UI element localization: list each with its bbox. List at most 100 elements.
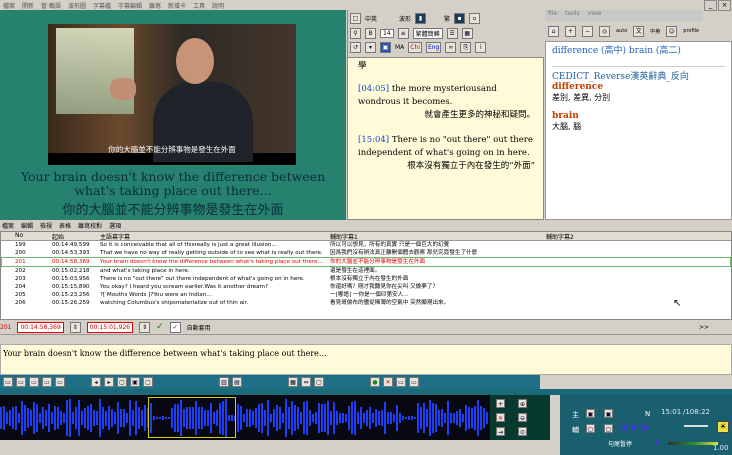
menu-load[interactable]: 管‧載語 <box>41 1 61 10</box>
transcript-entry[interactable]: [15:04] There is no "out there" out ther… <box>358 134 535 173</box>
sub-menu-edit[interactable]: 編輯 <box>21 221 33 231</box>
table-row[interactable]: 204 00:15:15,890 You okay? I heard you scr… <box>1 283 731 291</box>
col-aux2[interactable]: 輔助字幕2 <box>546 232 726 240</box>
menu-help[interactable]: 說明 <box>212 1 224 10</box>
search-icon[interactable]: ⚲ <box>350 28 361 39</box>
end-stepper-icon[interactable]: ⇕ <box>139 321 151 333</box>
font-size-field[interactable]: 14 <box>380 29 394 38</box>
dict-word-list[interactable]: difference (高中) brain (高二) <box>552 43 725 56</box>
speed-slider[interactable] <box>668 442 718 445</box>
repeat-icon[interactable]: ▢ <box>604 424 613 433</box>
dict-home-icon[interactable]: ⌂ <box>548 25 559 37</box>
transcript-timestamp[interactable]: [15:04] <box>358 135 389 145</box>
zoom-out-icon[interactable]: − <box>582 25 593 37</box>
transcript-entry[interactable]: [04:05] the more mysteriousand wondrous … <box>358 83 535 122</box>
menu-file[interactable]: 檔案 <box>3 1 15 10</box>
menu-open[interactable]: 開新 <box>22 1 34 10</box>
wf-icon-10[interactable]: ▤ <box>232 377 242 387</box>
transcript-timestamp[interactable]: [04:05] <box>358 84 389 94</box>
mode-zh-en-label[interactable]: 中英 <box>365 14 377 23</box>
subtitle-text-editor[interactable]: Your brain doesn't know the difference b… <box>0 344 732 375</box>
sub-menu-table[interactable]: 表格 <box>59 221 71 231</box>
list-icon[interactable]: ☰ <box>446 28 458 39</box>
sub-menu-proof[interactable]: 離寫校對 <box>78 221 102 231</box>
lang-icon[interactable]: 文 <box>633 25 645 37</box>
arrow-icon[interactable]: ↺ <box>350 42 361 53</box>
menu-waveform[interactable]: 波形圖 <box>68 1 86 10</box>
wf-icon-15[interactable]: ▭ <box>409 377 419 387</box>
wf-icon-5[interactable]: ▭ <box>55 377 65 387</box>
menu-subtitle-file[interactable]: 字幕檔 <box>93 1 111 10</box>
play-icon[interactable]: ▶ <box>631 422 639 433</box>
sub-menu-file[interactable]: 檔案 <box>2 221 14 231</box>
table-row-selected[interactable]: 201 00:14:58,369 Your brain doesn't know t… <box>1 257 731 267</box>
wf-icon-1[interactable]: ▭ <box>3 377 13 387</box>
video-player[interactable]: 你的大腦並不能分辨事物是發生在外面 <box>48 24 296 165</box>
wave-fit-icon[interactable]: ⊙ <box>518 427 527 436</box>
end-time-field[interactable]: 00:15:01,926 <box>86 321 134 333</box>
dict-menu-tools[interactable]: tools <box>565 10 580 21</box>
auto-apply-checkbox[interactable]: ✓ <box>169 321 181 333</box>
menu-tools[interactable]: 工具 <box>193 1 205 10</box>
wave-zoom-out-icon[interactable]: ⊖ <box>518 413 527 422</box>
wf-confirm-icon[interactable]: ● <box>370 377 380 387</box>
sub-menu-options[interactable]: 選項 <box>109 221 121 231</box>
sub-menu-view[interactable]: 檢視 <box>40 221 52 231</box>
auto-label[interactable]: auto <box>616 28 627 34</box>
minimize-icon[interactable]: _ <box>704 0 717 11</box>
table-row[interactable]: 205 00:15:23,256 ?[ Mouths Words ]?You wer… <box>1 291 731 299</box>
save-icon[interactable]: ▪ <box>454 13 466 24</box>
chi-button[interactable]: Chi <box>408 42 422 53</box>
close-icon[interactable]: × <box>718 0 731 11</box>
zoom-in-icon[interactable]: + <box>565 25 576 37</box>
wf-icon-4[interactable]: ▭ <box>42 377 52 387</box>
wf-icon-2[interactable]: ▭ <box>16 377 26 387</box>
table-row[interactable]: 206 00:15:26,259 watching Columbus's ships… <box>1 299 731 307</box>
col-main[interactable]: 主語幕字幕 <box>100 232 330 240</box>
wf-icon-7[interactable]: ▣ <box>130 377 140 387</box>
profile-label[interactable]: profile <box>683 28 699 34</box>
wf-icon-9[interactable]: ▥ <box>219 377 229 387</box>
table-row[interactable]: 199 00:14:49,599 So it is conceivable that… <box>1 241 731 249</box>
bold-icon[interactable]: B <box>365 28 376 39</box>
waveform-label[interactable]: 波形 <box>399 14 411 23</box>
wave-zoom-in-icon[interactable]: ⊕ <box>518 399 527 408</box>
pause-toggle-icon[interactable]: ▼ <box>654 439 659 447</box>
brightness-icon[interactable]: ☀ <box>717 421 729 433</box>
table-row[interactable]: 203 00:15:03,956 There is no "out there" o… <box>1 275 731 283</box>
info-icon[interactable]: i <box>475 42 487 53</box>
folder-icon[interactable]: ▫ <box>469 13 481 24</box>
waveform-selection[interactable] <box>148 397 236 438</box>
ma-label[interactable]: MA <box>395 44 404 51</box>
mode-icon[interactable]: □ <box>350 13 361 24</box>
wave-add-icon[interactable]: + <box>496 399 505 408</box>
next-button[interactable]: >> <box>699 324 709 331</box>
table-row[interactable]: 202 00:15:02,218 and what's taking place i… <box>1 267 731 275</box>
wf-next-icon[interactable]: ▸ <box>104 377 114 387</box>
dropdown-icon[interactable]: ▾ <box>365 42 376 53</box>
wf-icon-12[interactable]: ⇔ <box>301 377 311 387</box>
wave-delete-icon[interactable]: ✕ <box>496 413 505 422</box>
align-icon[interactable]: ≡ <box>397 28 409 39</box>
wf-icon-3[interactable]: ▭ <box>29 377 39 387</box>
start-time-field[interactable]: 00:14:58,369 <box>17 321 64 333</box>
menu-dictation[interactable]: 離寫 <box>149 1 161 10</box>
grid-icon[interactable]: ▦ <box>461 28 473 39</box>
main-track-toggle[interactable]: ▣ <box>586 409 595 418</box>
dict-menu-view[interactable]: view <box>588 10 602 21</box>
ma-icon[interactable]: ▣ <box>380 42 391 53</box>
col-aux1[interactable]: 輔助字幕1 <box>330 232 546 240</box>
link-icon[interactable]: ∞ <box>445 42 457 53</box>
dict-menu-file[interactable]: file <box>548 10 557 21</box>
transcript-panel[interactable]: 學 [04:05] the more mysteriousand wondrou… <box>347 57 544 220</box>
wf-icon-11[interactable]: ▦ <box>288 377 298 387</box>
splitter[interactable] <box>0 334 732 344</box>
aux-track-toggle[interactable]: ▢ <box>586 424 595 433</box>
waveform-display[interactable] <box>0 395 490 440</box>
loop-icon[interactable]: ▣ <box>604 409 613 418</box>
conversion-select[interactable]: 繁體簡轉 <box>412 28 443 39</box>
table-row[interactable]: 200 00:14:53,393 That we have no way of re… <box>1 249 731 257</box>
next-sentence-icon[interactable]: ▶ <box>642 422 650 433</box>
eng-button[interactable]: Eng <box>425 42 442 53</box>
prev-sentence-icon[interactable]: ◀ <box>620 422 628 433</box>
